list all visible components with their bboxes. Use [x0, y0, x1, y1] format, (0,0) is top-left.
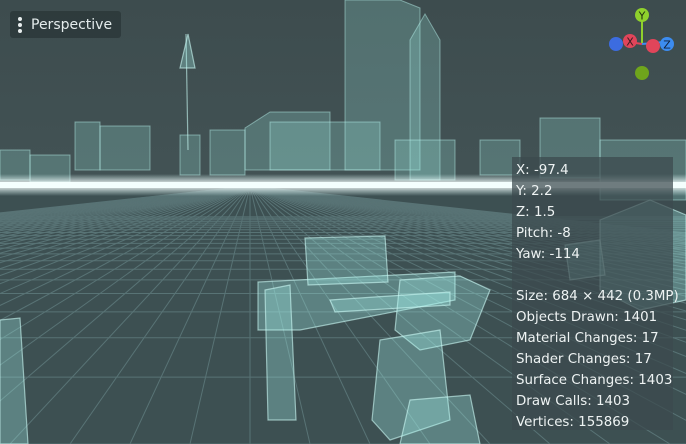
stats-spacer	[516, 265, 673, 286]
material-changes: Material Changes: 17	[516, 331, 659, 346]
perspective-menu-button[interactable]: Perspective	[10, 11, 122, 38]
z-axis-label: Z	[663, 39, 671, 52]
draw-calls: Draw Calls: 1403	[516, 394, 631, 409]
surface-changes: Surface Changes: 1403	[516, 373, 673, 388]
kebab-menu-icon	[18, 16, 22, 34]
neg-z-axis-handle[interactable]	[609, 37, 623, 51]
view-orientation-gizmo[interactable]: X Y Z	[604, 4, 684, 84]
vertices: Vertices: 155869	[516, 415, 630, 430]
camera-pitch: Pitch: -8	[516, 226, 571, 241]
shader-changes: Shader Changes: 17	[516, 352, 652, 367]
camera-y: Y: 2.2	[516, 184, 553, 199]
camera-x: X: -97.4	[516, 163, 569, 178]
objects-drawn: Objects Drawn: 1401	[516, 310, 658, 325]
y-axis-label: Y	[638, 10, 646, 23]
x-axis-label: X	[626, 36, 634, 49]
neg-y-axis-handle[interactable]	[635, 66, 649, 80]
neg-x-axis-handle[interactable]	[646, 39, 660, 53]
viewport-stats-panel: X: -97.4 Y: 2.2 Z: 1.5 Pitch: -8 Yaw: -1…	[512, 157, 679, 430]
perspective-label: Perspective	[31, 16, 113, 33]
3d-viewport[interactable]: Perspective X Y Z X: -97.4 Y: 2.2 Z: 1.5…	[0, 0, 686, 444]
viewport-size: Size: 684 × 442 (0.3MP)	[516, 289, 679, 304]
camera-yaw: Yaw: -114	[516, 247, 580, 262]
camera-z: Z: 1.5	[516, 205, 556, 220]
